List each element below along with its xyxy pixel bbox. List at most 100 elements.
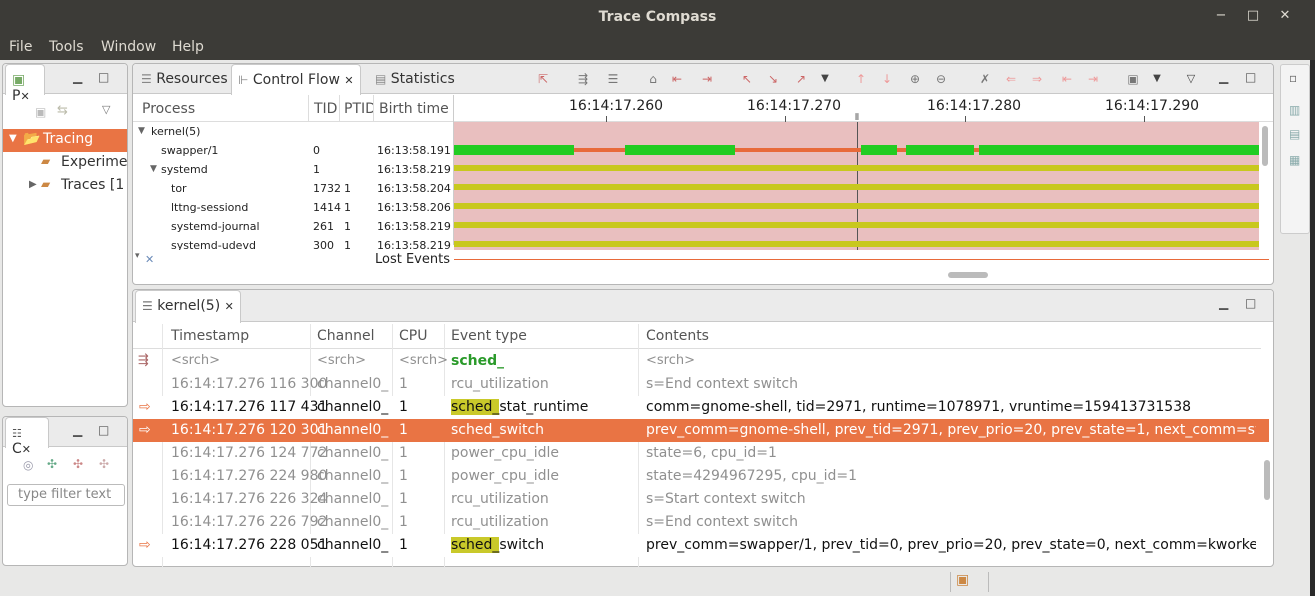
bookmarks-icon[interactable]: ▦ (1289, 153, 1300, 167)
search-contents-field[interactable]: <srch> (646, 353, 695, 368)
minimize-view-button[interactable]: ▁ (1219, 70, 1228, 84)
state-waiting[interactable] (454, 184, 1259, 190)
tab-statistics[interactable]: ▤ Statistics (369, 64, 461, 94)
column-birth-time[interactable]: Birth time (379, 101, 449, 117)
maximize-view-button[interactable]: □ (1245, 70, 1256, 84)
chevron-right-icon[interactable]: ▶ (29, 179, 37, 190)
column-channel[interactable]: Channel (317, 328, 374, 344)
maximize-view-button[interactable]: □ (98, 70, 109, 84)
select-previous-item-icon[interactable]: ↖ (739, 71, 755, 87)
tree-item-traces[interactable]: ▶ ▰ Traces [1 (3, 175, 127, 198)
column-event-type[interactable]: Event type (451, 328, 527, 344)
column-cpu[interactable]: CPU (399, 328, 427, 344)
vertical-scrollbar[interactable] (1262, 126, 1268, 166)
menu-window[interactable]: Window (101, 39, 156, 55)
maximize-button[interactable]: □ (1244, 8, 1262, 23)
chevron-down-icon[interactable]: ▼ (138, 126, 145, 136)
minimize-view-button[interactable]: ▁ (73, 70, 82, 84)
restore-icon[interactable]: ▫ (1289, 71, 1297, 85)
next-marker-icon[interactable]: ⇥ (1085, 71, 1101, 87)
vertical-scrollbar[interactable] (1264, 460, 1270, 500)
chevron-down-icon[interactable]: ▾ (135, 251, 140, 261)
minimize-view-button[interactable]: ▁ (1219, 296, 1228, 310)
table-row[interactable]: 16:14:17.276 124 772 channel0_1 1 power_… (133, 442, 1269, 465)
close-tab-icon[interactable]: ✕ (344, 74, 353, 87)
state-running[interactable] (454, 145, 574, 155)
histogram-icon[interactable]: ▥ (1289, 103, 1300, 117)
view-menu-icon[interactable]: ▽ (1183, 71, 1199, 87)
table-row[interactable]: ⇨ 16:14:17.276 117 431 channel0_1 1 sche… (133, 396, 1269, 419)
close-tab-icon[interactable]: ✕ (225, 300, 234, 313)
tab-control-flow[interactable]: ⊩ Control Flow ✕ (231, 64, 361, 95)
state-waiting[interactable] (454, 165, 1259, 171)
state-running[interactable] (861, 145, 897, 155)
collapse-all-icon[interactable]: ▣ (35, 105, 46, 119)
table-row-selected[interactable]: ⇨ 16:14:17.276 120 301 channel0_1 1 sche… (133, 419, 1269, 442)
table-row[interactable]: 16:14:17.276 226 324 channel0_1 1 rcu_ut… (133, 488, 1269, 511)
tab-events-kernel[interactable]: ☰ kernel(5) ✕ (135, 290, 241, 323)
maximize-view-button[interactable]: □ (1245, 296, 1256, 310)
show-legend-icon[interactable]: ▣ (1125, 71, 1141, 87)
search-channel-field[interactable]: <srch> (317, 353, 366, 368)
tab-resources[interactable]: ☰ Resources (135, 64, 234, 94)
minimize-view-button[interactable]: ▁ (73, 423, 82, 437)
previous-marker-icon[interactable]: ⇤ (1059, 71, 1075, 87)
search-cpu-field[interactable]: <srch> (399, 353, 448, 368)
hide-arrows-icon[interactable]: ✗ (977, 71, 993, 87)
filter-columns-icon[interactable]: ☰ (605, 71, 621, 87)
filter-input[interactable]: type filter text (7, 484, 125, 506)
refresh-icon[interactable]: ✣ (99, 457, 109, 471)
column-timestamp[interactable]: Timestamp (171, 328, 249, 344)
tab-project-explorer[interactable]: ▣ P✕ (5, 64, 45, 104)
column-contents[interactable]: Contents (646, 328, 709, 344)
state-running[interactable] (906, 145, 974, 155)
follow-arrow-icon[interactable]: ↗ (793, 71, 809, 87)
menu-help[interactable]: Help (172, 39, 204, 55)
state-running[interactable] (625, 145, 735, 155)
menu-file[interactable]: File (9, 39, 32, 55)
state-waiting[interactable] (454, 241, 1259, 247)
trace-state-icon[interactable]: ▣ (956, 572, 969, 588)
column-ptid[interactable]: PTID (344, 101, 374, 117)
zoom-in-icon[interactable]: ⊕ (907, 71, 923, 87)
zoom-out-icon[interactable]: ⊖ (933, 71, 949, 87)
column-process[interactable]: Process (142, 101, 195, 117)
state-waiting[interactable] (454, 222, 1259, 228)
tree-item-tracing[interactable]: ▼ 📂 Tracing (3, 129, 127, 152)
view-menu-icon[interactable]: ▽ (102, 103, 110, 116)
tab-filter-view[interactable]: ☷ C✕ (5, 417, 49, 457)
horizontal-scrollbar[interactable] (948, 272, 988, 278)
table-row[interactable]: 16:14:17.276 116 300 channel0_1 1 rcu_ut… (133, 373, 1269, 396)
search-timestamp-field[interactable]: <srch> (171, 353, 220, 368)
search-event-type-field[interactable]: sched_ (451, 353, 504, 369)
chevron-down-icon[interactable]: ▼ (1149, 71, 1165, 87)
table-row[interactable]: 16:14:17.276 224 980 channel0_1 1 power_… (133, 465, 1269, 488)
chevron-down-icon[interactable]: ▼ (817, 71, 833, 87)
search-row[interactable]: ⇶ <srch> <srch> <srch> sched_ <srch> (133, 350, 1269, 373)
table-row[interactable]: 16:14:17.276 226 792 channel0_1 1 rcu_ut… (133, 511, 1269, 534)
disconnect-icon[interactable]: ✣ (73, 457, 83, 471)
chevron-down-icon[interactable]: ▼ (150, 164, 157, 174)
follow-arrow-backward-icon[interactable]: ⇐ (1003, 71, 1019, 87)
maximize-view-button[interactable]: □ (98, 423, 109, 437)
go-down-icon[interactable]: ↓ (879, 71, 895, 87)
align-icon[interactable]: ⇶ (575, 71, 591, 87)
properties-icon[interactable]: ▤ (1289, 127, 1300, 141)
column-tid[interactable]: TID (314, 101, 337, 117)
tree-item-experiments[interactable]: ▰ Experime (3, 152, 128, 175)
close-button[interactable]: ✕ (1276, 8, 1294, 23)
follow-arrow-forward-icon[interactable]: ⇒ (1029, 71, 1045, 87)
state-waiting[interactable] (454, 203, 1259, 209)
table-row[interactable]: ⇨ 16:14:17.276 228 051 channel0_1 1 sche… (133, 534, 1269, 557)
next-event-icon[interactable]: ⇥ (699, 71, 715, 87)
close-icon[interactable]: ✕ (145, 253, 154, 266)
target-icon[interactable]: ◎ (23, 458, 33, 472)
minimize-button[interactable]: − (1212, 8, 1230, 23)
select-next-item-icon[interactable]: ↘ (765, 71, 781, 87)
chevron-down-icon[interactable]: ▼ (9, 133, 17, 144)
link-editor-icon[interactable]: ⇆ (57, 103, 68, 118)
menu-tools[interactable]: Tools (49, 39, 84, 55)
go-up-icon[interactable]: ↑ (853, 71, 869, 87)
home-icon[interactable]: ⌂ (645, 71, 661, 87)
previous-event-icon[interactable]: ⇤ (669, 71, 685, 87)
